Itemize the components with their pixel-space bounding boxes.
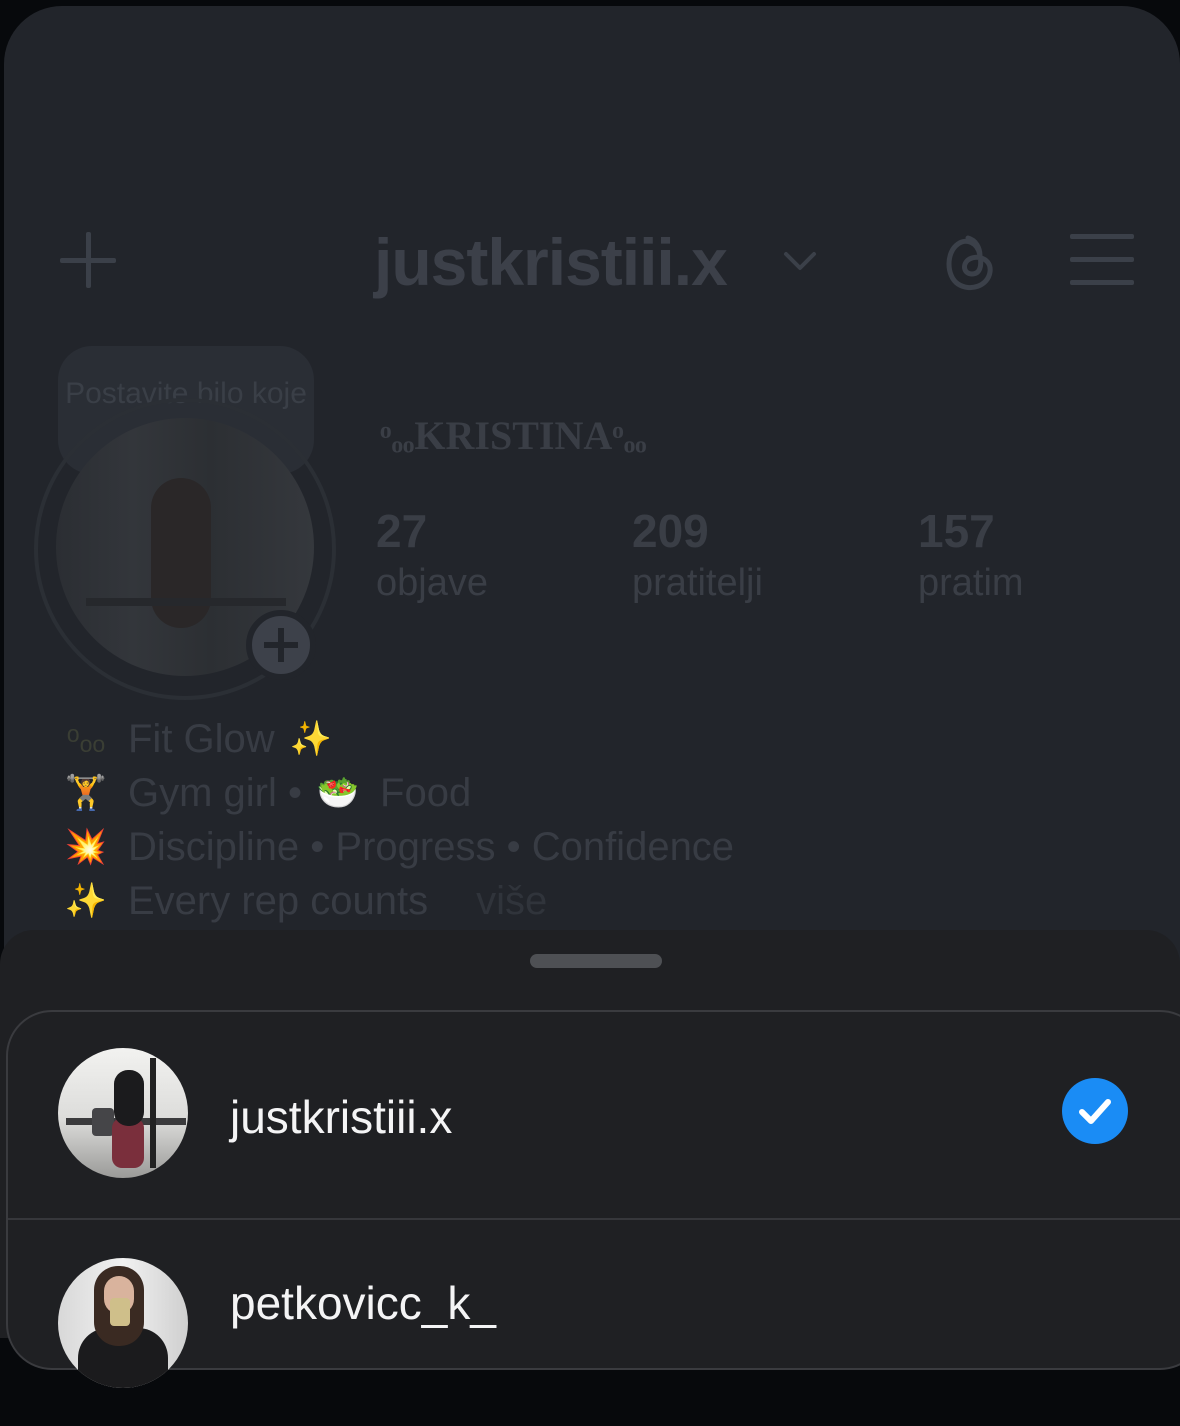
bio-text: Food [380, 771, 472, 815]
explosion-icon: 💥 [64, 828, 108, 866]
weightlifter-icon: 🏋 [64, 774, 108, 812]
account-row[interactable]: justkristiii.x [8, 1012, 1180, 1218]
bio-line: ᵒₒₒ Fit Glow ✨ [60, 712, 734, 766]
account-row[interactable]: petkovicc_k_ [8, 1220, 1180, 1426]
avatar [58, 1258, 188, 1388]
bio-text: Discipline • Progress • Confidence [128, 825, 735, 869]
bio-text: Fit Glow [128, 717, 275, 761]
bio-text: Every rep counts [128, 879, 429, 923]
sheet-drag-handle[interactable] [530, 954, 662, 968]
bio: ᵒₒₒ Fit Glow ✨ 🏋 Gym girl • 🥗 Food 💥 Dis… [60, 712, 734, 928]
account-username: justkristiii.x [230, 1091, 453, 1143]
sparkles-icon: ✨ [64, 882, 108, 920]
add-story-icon[interactable] [246, 610, 316, 680]
stat-followers[interactable]: 209 pratitelji [632, 504, 763, 608]
stat-value: 209 [632, 505, 709, 557]
stat-label: objave [376, 562, 488, 604]
menu-icon[interactable] [1070, 234, 1134, 288]
threads-icon[interactable] [936, 228, 1000, 298]
bio-line: 💥 Discipline • Progress • Confidence [60, 820, 734, 874]
bio-line: 🏋 Gym girl • 🥗 Food [60, 766, 734, 820]
accounts-list: justkristiii.x petkovicc_k_ [6, 1010, 1180, 1388]
plus-icon[interactable] [56, 228, 120, 292]
account-switcher-sheet: justkristiii.x petkovicc_k_ [0, 930, 1180, 1388]
stat-value: 27 [376, 505, 428, 557]
bubbles-icon: ᵒₒₒ [66, 720, 106, 758]
bio-text: Gym girl • [128, 771, 303, 815]
stat-following[interactable]: 157 pratim [918, 504, 1024, 608]
stat-label: pratim [918, 562, 1024, 604]
chevron-down-icon[interactable] [780, 246, 820, 276]
sparkles-icon: ✨ [289, 720, 332, 758]
salad-icon: 🥗 [316, 774, 360, 812]
account-username: petkovicc_k_ [230, 1277, 496, 1329]
avatar [58, 1048, 188, 1178]
stat-value: 157 [918, 505, 995, 557]
bio-line: ✨ Every rep counts više [60, 874, 734, 928]
stat-label: pratitelji [632, 562, 763, 604]
profile-username-title[interactable]: justkristiii.x [374, 224, 728, 300]
profile-background: justkristiii.x Postavite bilo koje pi...… [4, 6, 1180, 1006]
stat-posts[interactable]: 27 objave [376, 504, 488, 608]
selected-check-icon [1062, 1078, 1128, 1144]
bio-more-link[interactable]: više [476, 874, 547, 928]
display-name: ᵒₒₒKRISTINAᵒₒₒ [380, 413, 647, 458]
